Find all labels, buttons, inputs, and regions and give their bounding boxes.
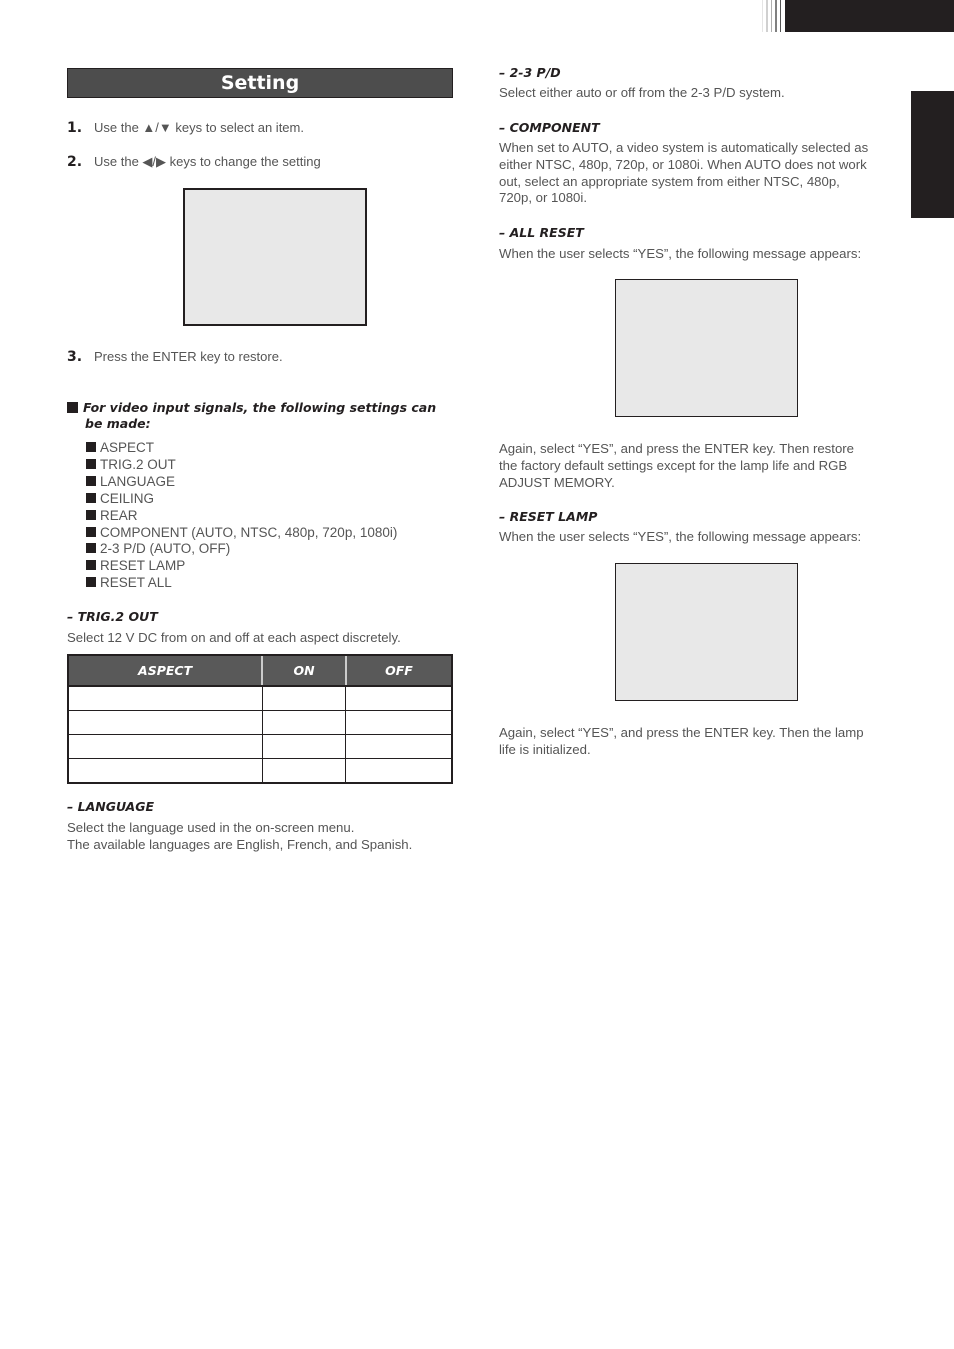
all-reset-intro: When the user selects “YES”, the followi… [499,246,862,261]
step-text: Press the ENTER key to restore. [94,349,283,364]
table-cell [66,685,263,711]
square-bullet-icon [86,560,96,571]
table-header-row: ASPECT ON OFF [66,654,454,687]
list-item: 2-3 P/D (AUTO, OFF) [86,541,397,558]
all-reset-message-image [615,279,798,417]
table-cell [345,710,454,735]
square-bullet-icon [86,509,96,520]
table-cell [66,710,263,735]
table-cell [345,685,454,711]
column-header-on: ON [261,654,346,687]
reset-lamp-intro: When the user selects “YES”, the followi… [499,529,862,544]
reset-lamp-after-text: Again, select “YES”, and press the ENTER… [499,725,864,757]
list-item: RESET ALL [86,575,397,592]
trig2-table: ASPECT ON OFF [66,654,454,784]
header-stripe [775,0,777,32]
language-text: Select the language used in the on-scree… [67,820,413,852]
table-row [66,758,454,784]
square-bullet-icon [86,442,96,452]
square-bullet-icon [86,543,96,554]
table-cell [345,758,454,784]
step-number: 2. [67,154,83,170]
all-reset-heading: – ALL RESET [499,225,584,240]
header-stripe [762,0,763,32]
list-item: RESET LAMP [86,558,397,575]
header-stripe [780,0,781,32]
side-tab [911,91,954,218]
list-item: TRIG.2 OUT [86,457,397,474]
list-item: CEILING [86,491,397,508]
reset-lamp-heading: – RESET LAMP [499,509,598,524]
step-number: 1. [67,120,83,136]
table-cell [345,734,454,759]
table-cell [261,685,347,711]
component-text: When set to AUTO, a video system is auto… [499,140,869,206]
trig2-heading: – TRIG.2 OUT [67,609,158,624]
pd23-heading: – 2-3 P/D [499,65,561,80]
list-item: REAR [86,508,397,525]
video-settings-list: ASPECT TRIG.2 OUT LANGUAGE CEILING REAR … [86,440,397,592]
table-row [66,734,454,759]
header-stripe [771,0,772,32]
step-text: Use the ◀/▶ keys to change the setting [94,154,321,169]
square-bullet-icon [67,402,78,413]
trig2-text: Select 12 V DC from on and off at each a… [67,630,401,645]
square-bullet-icon [86,492,96,503]
square-bullet-icon [86,475,96,486]
table-cell [261,734,347,759]
table-row [66,685,454,711]
list-item: LANGUAGE [86,474,397,491]
all-reset-after-text: Again, select “YES”, and press the ENTER… [499,441,854,490]
table-cell [261,758,347,784]
table-cell [66,758,263,784]
header-bar [785,0,954,32]
column-header-aspect: ASPECT [66,654,263,687]
step-text: Use the ▲/▼ keys to select an item. [94,120,304,135]
header-stripe [766,0,768,32]
step-1: 1. Use the ▲/▼ keys to select an item. [67,120,304,136]
video-settings-heading: For video input signals, the following s… [67,400,453,432]
list-item: ASPECT [86,440,397,457]
language-heading: – LANGUAGE [67,799,155,814]
table-row [66,710,454,735]
reset-lamp-message-image [615,563,798,701]
section-title: Setting [67,68,453,98]
list-item: COMPONENT (AUTO, NTSC, 480p, 720p, 1080i… [86,525,397,542]
table-cell [261,710,347,735]
square-bullet-icon [86,577,96,588]
column-header-off: OFF [344,654,454,687]
step-number: 3. [67,349,83,365]
pd23-text: Select either auto or off from the 2-3 P… [499,85,785,100]
step-2: 2. Use the ◀/▶ keys to change the setting [67,154,321,170]
osd-screen-image [183,188,367,326]
component-heading: – COMPONENT [499,120,600,135]
table-cell [66,734,263,759]
square-bullet-icon [86,458,96,469]
square-bullet-icon [86,526,96,537]
step-3: 3. Press the ENTER key to restore. [67,349,283,365]
